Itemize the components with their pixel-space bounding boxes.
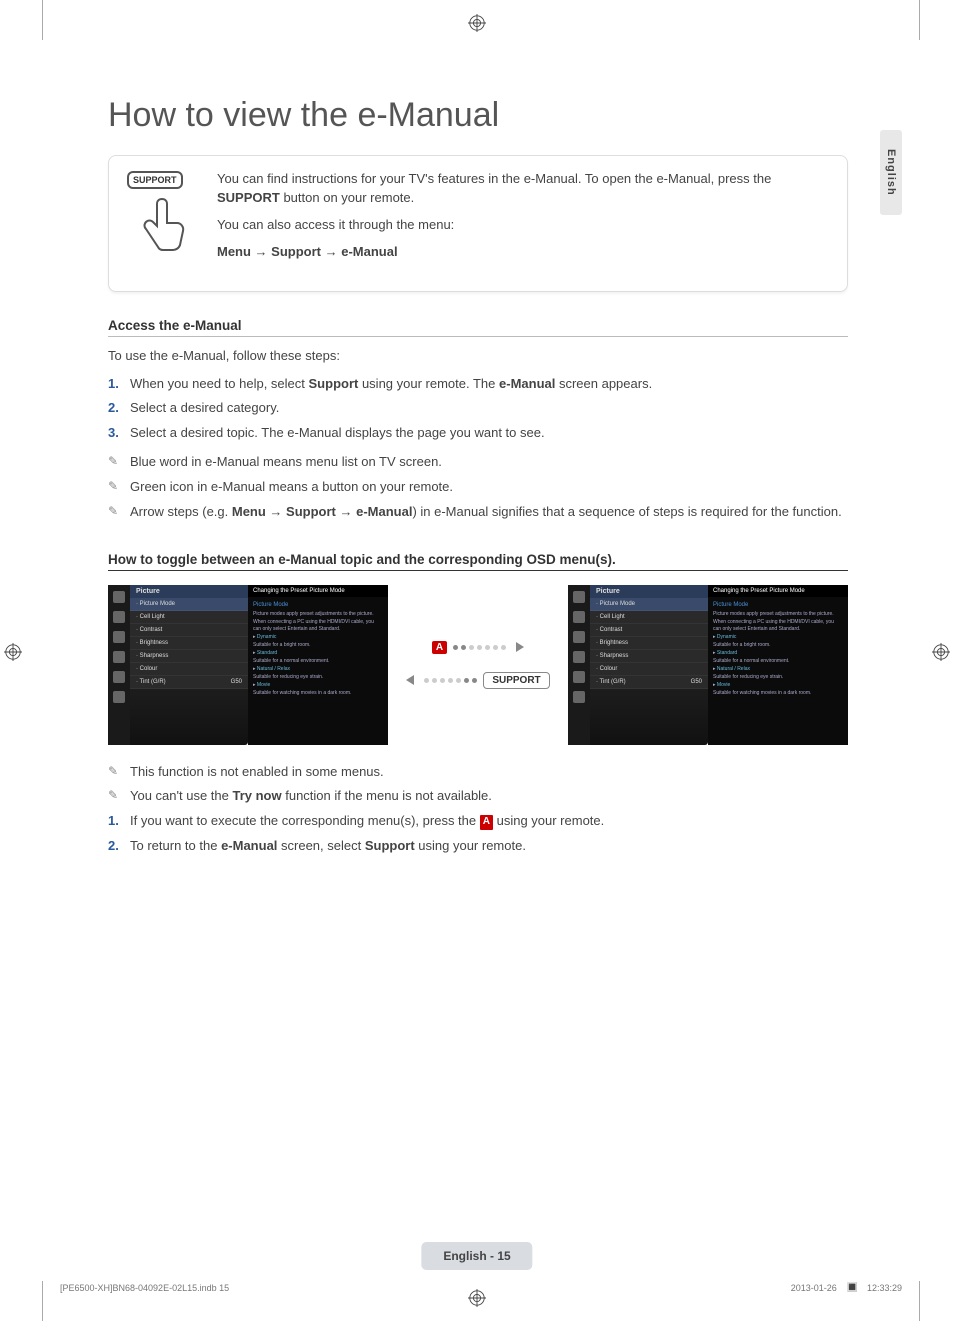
osd-menu-row: · Colour	[590, 663, 708, 676]
osd-menu-header: Picture	[130, 585, 248, 598]
footer-filename: [PE6500-XH]BN68-04092E-02L15.indb 15	[60, 1283, 229, 1293]
osd-menu-row: · Contrast	[590, 624, 708, 637]
intro-card: SUPPORT You can find instructions for yo…	[108, 155, 848, 292]
page-title: How to view the e-Manual	[108, 96, 848, 135]
osd-menu-row: · Brightness	[590, 637, 708, 650]
notes-list-1: Blue word in e-Manual means menu list on…	[108, 453, 848, 522]
reg-mark-right	[932, 643, 950, 661]
reg-mark-top	[468, 14, 486, 32]
osd-sidebar	[108, 585, 130, 745]
language-tab: English	[880, 130, 902, 215]
crop-mark	[42, 1281, 43, 1321]
osd-menu-row: · Contrast	[130, 624, 248, 637]
reg-mark-bottom	[468, 1289, 486, 1307]
osd-menu-shot-left: Picture · Picture Mode· Cell Light· Cont…	[108, 585, 248, 745]
hand-icon	[134, 195, 190, 267]
section1-heading: Access the e-Manual	[108, 318, 848, 337]
osd-menu-row: · Tint (G/R)G50	[590, 676, 708, 689]
left-screenshot-pair: Picture · Picture Mode· Cell Light· Cont…	[108, 585, 388, 745]
footer-datetime: 2013-01-26 🔳 12:33:29	[791, 1283, 902, 1293]
step-item: 3.Select a desired topic. The e-Manual d…	[108, 424, 848, 443]
a-button-chip: A	[432, 641, 447, 654]
osd-menu-shot-right: Picture · Picture Mode· Cell Light· Cont…	[568, 585, 708, 745]
intro-menu-path: Menu → Support → e-Manual	[217, 243, 827, 262]
step-item: 1.If you want to execute the correspondi…	[108, 812, 848, 831]
notes-list-2: This function is not enabled in some men…	[108, 763, 848, 807]
emanual-detail-shot-right: Changing the Preset Picture Mode Picture…	[708, 585, 848, 745]
crop-mark	[919, 0, 920, 40]
osd-menu-row: · Cell Light	[590, 611, 708, 624]
note-item: You can't use the Try now function if th…	[108, 787, 848, 806]
crop-mark	[919, 1281, 920, 1321]
crop-mark	[42, 0, 43, 40]
arrow-support-back: SUPPORT	[406, 672, 549, 689]
osd-menu-row: · Colour	[130, 663, 248, 676]
arrow-a-to-osd: A	[432, 641, 524, 654]
intro-p1: You can find instructions for your TV's …	[217, 170, 827, 208]
steps-list-2: 1.If you want to execute the correspondi…	[108, 812, 848, 856]
osd-menu-row: · Cell Light	[130, 611, 248, 624]
osd-menu-row: · Picture Mode	[590, 598, 708, 611]
osd-menu-main: Picture · Picture Mode· Cell Light· Cont…	[130, 585, 248, 745]
osd-menu-row: · Picture Mode	[130, 598, 248, 611]
reg-mark-left	[4, 643, 22, 661]
detail-header: Changing the Preset Picture Mode	[248, 585, 388, 597]
osd-menu-row: · Tint (G/R)G50	[130, 676, 248, 689]
osd-menu-row: · Sharpness	[590, 650, 708, 663]
intro-p2: You can also access it through the menu:	[217, 216, 827, 235]
osd-menu-row: · Sharpness	[130, 650, 248, 663]
osd-sidebar	[568, 585, 590, 745]
footer-time: 12:33:29	[867, 1283, 902, 1293]
right-screenshot-pair: Picture · Picture Mode· Cell Light· Cont…	[568, 585, 848, 745]
section1-intro: To use the e-Manual, follow these steps:	[108, 347, 848, 365]
support-button-graphic: SUPPORT	[127, 171, 183, 189]
osd-menu-row: · Brightness	[130, 637, 248, 650]
osd-menu-main: Picture · Picture Mode· Cell Light· Cont…	[590, 585, 708, 745]
footer-date: 2013-01-26	[791, 1283, 837, 1293]
step-item: 2.To return to the e-Manual screen, sele…	[108, 837, 848, 856]
osd-menu-header: Picture	[590, 585, 708, 598]
support-button-chip: SUPPORT	[483, 672, 549, 689]
screenshot-row: Picture · Picture Mode· Cell Light· Cont…	[108, 585, 848, 745]
arrow-column: A SUPPORT	[398, 641, 558, 689]
page-content: How to view the e-Manual SUPPORT You can…	[108, 96, 848, 866]
footer-page-chip: English - 15	[421, 1247, 532, 1265]
emanual-detail-shot-left: Changing the Preset Picture Mode Picture…	[248, 585, 388, 745]
note-item: This function is not enabled in some men…	[108, 763, 848, 782]
detail-header: Changing the Preset Picture Mode	[708, 585, 848, 597]
note-item: Green icon in e-Manual means a button on…	[108, 478, 848, 497]
section2-heading: How to toggle between an e-Manual topic …	[108, 552, 848, 571]
step-item: 1.When you need to help, select Support …	[108, 375, 848, 394]
remote-illustration: SUPPORT	[127, 170, 197, 269]
steps-list-1: 1.When you need to help, select Support …	[108, 375, 848, 444]
language-tab-label: English	[885, 149, 897, 196]
note-item: Arrow steps (e.g. Menu → Support → e-Man…	[108, 503, 848, 522]
note-item: Blue word in e-Manual means menu list on…	[108, 453, 848, 472]
step-item: 2.Select a desired category.	[108, 399, 848, 418]
intro-text: You can find instructions for your TV's …	[217, 170, 827, 269]
